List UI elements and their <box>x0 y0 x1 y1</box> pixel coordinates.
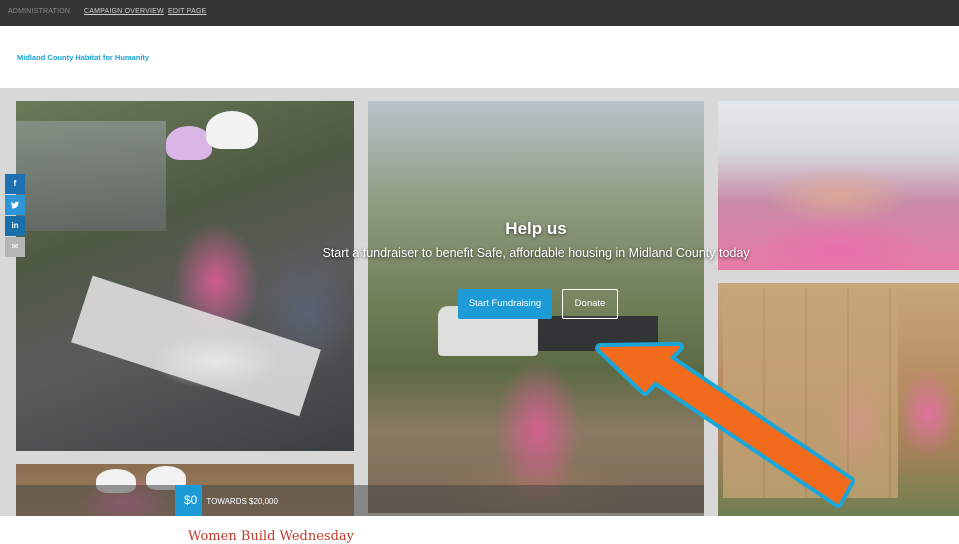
campaign-overview-link[interactable]: CAMPAIGN OVERVIEW <box>84 8 164 15</box>
organization-name-link[interactable]: Midland County Habitat for Humanity <box>17 53 149 62</box>
annotation-arrow-icon <box>595 342 855 508</box>
edit-page-link[interactable]: EDIT PAGE <box>168 8 207 15</box>
admin-bar: ADMINISTRATION CAMPAIGN OVERVIEW EDIT PA… <box>0 0 959 26</box>
campaign-title: Women Build Wednesday <box>188 529 354 544</box>
hero-banner: f in ✉ Help us Start a fundraiser to ben… <box>0 88 959 516</box>
admin-label: ADMINISTRATION <box>8 8 71 15</box>
